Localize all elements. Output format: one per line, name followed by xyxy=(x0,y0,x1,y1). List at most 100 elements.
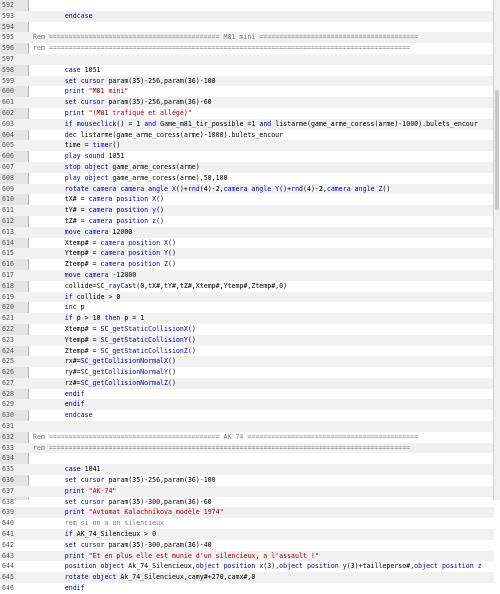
code-line[interactable]: 601 set cursor param(35)-256,param(36)-6… xyxy=(0,97,494,108)
code-line[interactable]: 635 case 1041 xyxy=(0,464,494,476)
code-text[interactable]: ry#=SC_getCollisionNormalY() xyxy=(33,367,494,378)
code-line[interactable]: 644 position object Ak_74_Silencieux,obj… xyxy=(0,561,494,572)
code-line[interactable]: 602 print "(M81 trafiqué et allégé)" xyxy=(0,108,494,119)
code-line[interactable]: 609 rotate camera camera angle X()+rnd(4… xyxy=(0,183,494,195)
code-text[interactable]: set cursor param(35)-256,param(36)-60 xyxy=(33,97,494,108)
code-text[interactable]: collide=SC_rayCast(0,tX#,tY#,tZ#,Xtemp#,… xyxy=(33,281,494,292)
code-text[interactable]: stop object game_arme_coress(arme) xyxy=(33,162,494,173)
vertical-scrollbar[interactable] xyxy=(493,0,500,500)
code-line[interactable]: 627 rz#=SC_getCollisionNormalZ() xyxy=(0,377,494,389)
code-text[interactable]: tX# = camera position X() xyxy=(33,194,494,205)
code-line[interactable]: 646 endif xyxy=(0,583,494,594)
code-line[interactable]: 610 tX# = camera position X() xyxy=(0,194,494,205)
code-text[interactable]: move camera -12000 xyxy=(33,270,494,281)
code-text[interactable]: Ztemp# = SC_getStaticCollisionZ() xyxy=(33,346,494,357)
code-line[interactable]: 643 print "Et en plus elle est munie d'u… xyxy=(0,550,494,562)
code-text[interactable]: if p > 10 then p = 1 xyxy=(33,313,494,324)
code-text[interactable]: print "(M81 trafiqué et allégé)" xyxy=(33,108,494,119)
code-text[interactable]: set cursor param(35)-256,param(36)-100 xyxy=(33,76,494,87)
code-text[interactable]: if collide > 0 xyxy=(33,292,494,303)
code-line[interactable]: 603 if mouseclick() = 1 and Game_m81_tir… xyxy=(0,118,494,130)
code-text[interactable]: play object game_arme_coress(arme),50,10… xyxy=(33,173,494,184)
code-line[interactable]: 593 endcase xyxy=(0,10,494,22)
code-line[interactable]: 634 xyxy=(0,453,494,464)
code-text[interactable]: position object Ak_74_Silencieux,object … xyxy=(33,561,494,572)
code-line[interactable]: 613 move camera 12000 xyxy=(0,226,494,238)
code-text[interactable]: print "Avtomat Kalachnikova modèle 1974" xyxy=(33,507,494,518)
code-line[interactable]: 641 if AK_74_Silencieux > 0 xyxy=(0,529,494,540)
code-text[interactable]: rotate camera camera angle X()+rnd(4)-2,… xyxy=(33,184,494,195)
code-line[interactable]: 605 time = timer() xyxy=(0,140,494,152)
code-line[interactable]: 630 endcase xyxy=(0,410,494,421)
code-line[interactable]: 631 xyxy=(0,421,494,432)
code-line[interactable]: 642 set cursor param(35)-300,param(36)-4… xyxy=(0,540,494,551)
code-line[interactable]: 604 dec listarme(game_arme_coress(arme)-… xyxy=(0,130,494,141)
code-line[interactable]: 636 set cursor param(35)-256,param(36)-1… xyxy=(0,475,494,486)
code-editor[interactable]: 592 593 endcase 594 595 Rem ================… xyxy=(0,0,500,592)
code-text[interactable]: rem ====================================… xyxy=(33,443,494,454)
code-line[interactable]: 639 print "Avtomat Kalachnikova modèle 1… xyxy=(0,507,494,519)
code-line[interactable]: 632 Rem =================================… xyxy=(0,432,494,443)
code-text[interactable]: dec listarme(game_arme_coress(arme)-1000… xyxy=(33,130,494,141)
code-text[interactable]: endif xyxy=(33,389,494,400)
code-line[interactable]: 621 if p > 10 then p = 1 xyxy=(0,313,494,324)
code-text[interactable]: set cursor param(35)-256,param(36)-100 xyxy=(33,475,494,486)
code-line[interactable]: 596 rem =================================… xyxy=(0,43,494,54)
code-text[interactable]: time = timer() xyxy=(33,140,494,151)
code-text[interactable]: rem si on a un silencieux xyxy=(33,518,494,529)
code-text[interactable]: Rem ====================================… xyxy=(33,432,494,443)
code-text[interactable]: Rem ====================================… xyxy=(33,32,494,43)
code-text[interactable]: endif xyxy=(33,583,494,594)
code-line[interactable]: 600 print "M81 mini" xyxy=(0,86,494,97)
code-line[interactable]: 595 Rem =================================… xyxy=(0,32,494,44)
code-text[interactable]: endif xyxy=(33,399,494,410)
code-text[interactable]: Xtemp# = SC_getStaticCollisionX() xyxy=(33,324,494,335)
code-text[interactable]: endcase xyxy=(33,11,494,22)
code-line[interactable]: 617 move camera -12000 xyxy=(0,269,494,281)
code-line[interactable]: 623 Ytemp# = SC_getStaticCollisionY() xyxy=(0,334,494,346)
code-text[interactable]: case 1041 xyxy=(33,464,494,475)
code-line[interactable]: 611 tY# = camera position y() xyxy=(0,205,494,216)
code-line[interactable]: 597 xyxy=(0,53,494,65)
code-line[interactable]: 618 collide=SC_rayCast(0,tX#,tY#,tZ#,Xte… xyxy=(0,281,494,292)
code-line[interactable]: 628 endif xyxy=(0,389,494,400)
code-text[interactable]: move camera 12000 xyxy=(33,227,494,238)
code-lines[interactable]: 592 593 endcase 594 595 Rem ================… xyxy=(0,0,494,594)
code-line[interactable]: 608 play object game_arme_coress(arme),5… xyxy=(0,173,494,184)
code-line[interactable]: 619 if collide > 0 xyxy=(0,291,494,303)
code-text[interactable]: rem ====================================… xyxy=(33,43,494,54)
code-text[interactable]: Ytemp# = camera position Y() xyxy=(33,248,494,259)
code-line[interactable]: 612 tZ# = camera position z() xyxy=(0,216,494,227)
code-line[interactable]: 625 rx#=SC_getCollisionNormalX() xyxy=(0,356,494,368)
code-line[interactable]: 592 xyxy=(0,0,494,11)
code-text[interactable]: set cursor param(35)-300,param(36)-40 xyxy=(33,540,494,551)
code-text[interactable]: if mouseclick() = 1 and Game_m81_tir_pos… xyxy=(33,119,494,130)
code-text[interactable]: inc p xyxy=(33,302,494,313)
code-text[interactable]: rotate object Ak_74_Silencieux,camy#+270… xyxy=(33,572,494,583)
code-line[interactable]: 614 Xtemp# = camera position X() xyxy=(0,238,494,249)
code-text[interactable]: print "M81 mini" xyxy=(33,86,494,97)
code-text[interactable]: play sound 1051 xyxy=(33,151,494,162)
code-line[interactable]: 622 Xtemp# = SC_getStaticCollisionX() xyxy=(0,324,494,335)
code-line[interactable]: 645 rotate object Ak_74_Silencieux,camy#… xyxy=(0,572,494,584)
code-line[interactable]: 640 rem si on a un silencieux xyxy=(0,518,494,529)
code-text[interactable]: Ytemp# = SC_getStaticCollisionY() xyxy=(33,335,494,346)
code-line[interactable]: 615 Ytemp# = camera position Y() xyxy=(0,248,494,260)
code-text[interactable]: rz#=SC_getCollisionNormalZ() xyxy=(33,378,494,389)
code-text[interactable]: tY# = camera position y() xyxy=(33,205,494,216)
code-line[interactable]: 616 Ztemp# = camera position Z() xyxy=(0,259,494,270)
code-text[interactable]: if AK_74_Silencieux > 0 xyxy=(33,529,494,540)
code-text[interactable]: set cursor param(35)-300,param(36)-60 xyxy=(33,497,494,508)
code-line[interactable]: 626 ry#=SC_getCollisionNormalY() xyxy=(0,367,494,378)
code-text[interactable]: print "Et en plus elle est munie d'un si… xyxy=(33,551,494,562)
code-line[interactable]: 638 set cursor param(35)-300,param(36)-6… xyxy=(0,497,494,508)
code-line[interactable]: 606 play sound 1051 xyxy=(0,151,494,162)
code-line[interactable]: 599 set cursor param(35)-256,param(36)-1… xyxy=(0,75,494,87)
code-line[interactable]: 633 rem =================================… xyxy=(0,442,494,454)
code-line[interactable]: 607 stop object game_arme_coress(arme) xyxy=(0,161,494,173)
scrollbar-thumb[interactable] xyxy=(495,90,499,210)
code-line[interactable]: 598 case 1051 xyxy=(0,65,494,76)
code-text[interactable]: tZ# = camera position z() xyxy=(33,216,494,227)
code-line[interactable]: 629 endif xyxy=(0,399,494,411)
code-text[interactable]: rx#=SC_getCollisionNormalX() xyxy=(33,356,494,367)
